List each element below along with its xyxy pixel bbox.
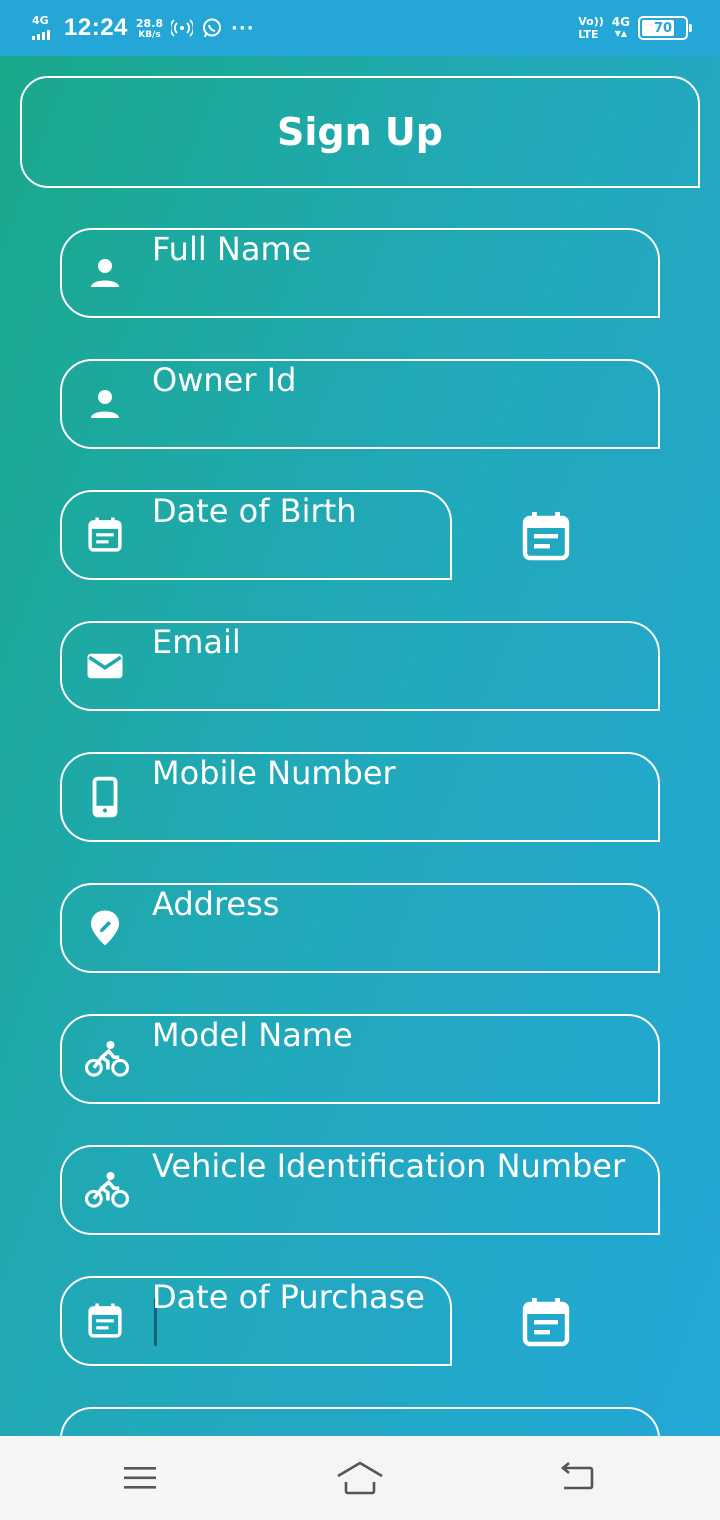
mobile-number-field[interactable]: Mobile Number [60,752,660,842]
person-icon [84,383,126,425]
volte-bottom: LTE [578,28,599,41]
header-box: Sign Up [20,76,700,188]
date-of-purchase-picker-button[interactable] [522,1296,570,1348]
status-right: Vo)) LTE 4G ▼▲ 70 [578,12,692,44]
date-of-birth-field[interactable]: Date of Birth [60,490,452,580]
date-of-birth-picker-button[interactable] [522,510,570,562]
location-pin-icon [84,907,126,949]
signup-screen: Sign Up Full Name Owner Id Date of Birth… [0,56,720,1436]
battery-icon: 70 [638,16,692,40]
back-icon[interactable] [548,1456,608,1500]
network-label: 4G [32,14,49,27]
owner-id-field[interactable]: Owner Id [60,359,660,449]
calendar-icon [84,1300,126,1342]
network-type-indicator: 4G ▼▲ [611,15,630,39]
speed-unit: KB/s [138,29,161,40]
date-of-birth-placeholder: Date of Birth [152,492,357,530]
model-name-field[interactable]: Model Name [60,1014,660,1104]
menu-icon[interactable] [110,1456,170,1500]
battery-level: 70 [653,20,673,36]
next-field-partial[interactable] [60,1407,660,1436]
more-notifications-icon: ··· [231,17,255,39]
email-icon [84,645,126,687]
status-left: 4G 12:24 28.8 KB/s ··· [30,10,255,46]
date-of-purchase-field[interactable]: Date of Purchase [60,1276,452,1366]
email-placeholder: Email [152,623,241,661]
status-bar: 4G 12:24 28.8 KB/s ··· Vo)) LTE 4G ▼▲ 70 [0,0,720,56]
full-name-placeholder: Full Name [152,230,312,268]
person-icon [84,252,126,294]
calendar-icon [84,514,126,556]
navigation-bar [0,1436,720,1520]
mobile-number-placeholder: Mobile Number [152,754,396,792]
address-placeholder: Address [152,885,280,923]
date-of-purchase-placeholder: Date of Purchase [152,1278,425,1316]
clock: 12:24 [64,14,128,41]
owner-id-placeholder: Owner Id [152,361,297,399]
email-field[interactable]: Email [60,621,660,711]
data-arrows: ▼▲ [614,29,628,38]
speed-value: 28.8 [135,16,164,30]
network-type: 4G [611,15,630,29]
whatsapp-icon [201,17,223,39]
address-field[interactable]: Address [60,883,660,973]
full-name-field[interactable]: Full Name [60,228,660,318]
bicycle-icon [84,1169,130,1211]
home-icon[interactable] [330,1456,390,1500]
volte-top: Vo)) [578,15,604,28]
vin-placeholder: Vehicle Identification Number [152,1147,626,1185]
vin-field[interactable]: Vehicle Identification Number [60,1145,660,1235]
hotspot-icon [171,17,194,39]
network-speed: 28.8 KB/s [136,17,163,40]
model-name-placeholder: Model Name [152,1016,353,1054]
signal-icon: 4G [30,14,56,42]
bicycle-icon [84,1038,130,1080]
phone-icon [84,776,126,818]
volte-indicator: Vo)) LTE [578,15,604,41]
page-title: Sign Up [277,110,443,154]
